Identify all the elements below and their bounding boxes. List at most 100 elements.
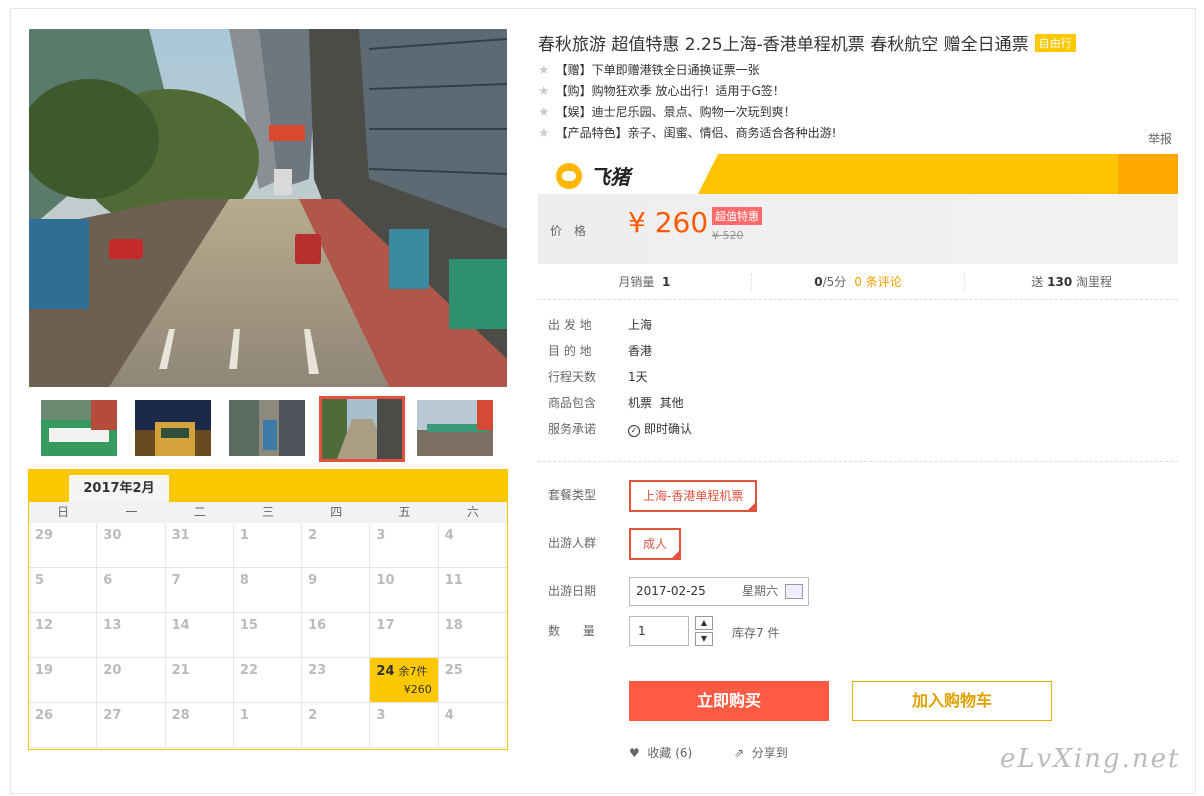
brand-name: 飞猪 [590,165,630,189]
weekday-label: 四 [330,505,343,519]
calendar-day: 10 [370,568,439,613]
price-panel: 价格 ¥ 260 超值特惠 ¥ 520 [538,194,1178,264]
watermark: eLvXing.net [1000,744,1181,774]
calendar-day: 31 [165,523,234,568]
thumbnail-5[interactable] [415,398,495,458]
calendar-day: 3 [370,523,439,568]
package-label: 套餐类型 [548,488,597,502]
calendar-day: 6 [97,568,166,613]
date-value: 2017-02-25 [636,584,706,598]
calendar-day-available[interactable]: 24 余7件 ¥260 [370,658,439,703]
calendar-day: 7 [165,568,234,613]
main-product-photo [29,29,507,387]
original-price: ¥ 520 [712,229,744,242]
rating: 0/5分 0 条评论 [752,273,966,290]
pig-logo-icon [556,162,582,189]
price-label: 价格 [550,224,599,238]
star-icon: ★ [538,84,550,99]
calendar-icon[interactable] [785,584,803,599]
price-calendar: 2017年2月 日一二三四五六 29 30 31 1 2 3 4 5 6 7 8 9 10 11 12 13 1… [28,469,508,750]
info-row-service: 服务承诺 ✓ 即时确认 [548,422,693,437]
section-divider [538,461,1178,462]
calendar-day: 26 [29,703,98,748]
calendar-day: 15 [233,613,303,658]
calendar-day: 1 [233,523,303,568]
reviews-link[interactable]: 0 条评论 [854,275,901,289]
free-travel-badge: 自由行 [1034,34,1076,52]
calendar-day: 19 [29,658,98,703]
thumbnail-4-selected[interactable] [319,396,405,462]
info-row-departure: 出 发 地 上海 [548,318,653,332]
check-circle-icon: ✓ [628,425,640,437]
buy-now-button[interactable]: 立即购买 [629,681,829,721]
promo-tag: 超值特惠 [712,207,762,225]
calendar-day: 17 [370,613,439,658]
feature-item: ★ 【购】购物狂欢季 放心出行！适用于G签！ [538,84,785,99]
calendar-day: 16 [302,613,371,658]
weekday-label: 三 [261,505,274,519]
calendar-header: 2017年2月 [29,470,507,502]
calendar-day: 2 [302,523,371,568]
calendar-day: 18 [438,613,507,658]
calendar-day: 28 [165,703,234,748]
calendar-day: 12 [29,613,98,658]
feature-item: ★ 【赠】下单即赠港铁全日通换证票一张 [538,63,760,78]
info-row-days: 行程天数 1天 [548,370,648,384]
thumbnail-3[interactable] [227,398,307,458]
calendar-day: 11 [438,568,507,613]
star-icon: ★ [538,105,550,120]
stock-text: 库存7 件 [732,626,780,640]
calendar-day: 4 [438,523,507,568]
calendar-weekdays: 日一二三四五六 [29,502,507,523]
quantity-up-icon[interactable]: ▲ [695,616,713,630]
weekday-label: 二 [193,505,206,519]
info-row-includes: 商品包含 机票 其他 [548,396,684,410]
package-option-selected[interactable]: 上海-香港单程机票 [629,480,758,512]
calendar-day: 29 [29,523,98,568]
fliggy-logo: 飞猪 [556,161,630,190]
thumbnail-strip [29,392,507,464]
feature-list: ★ 【赠】下单即赠港铁全日通换证票一张 ★ 【购】购物狂欢季 放心出行！适用于G签！… [538,62,836,146]
traveler-option-selected[interactable]: 成人 [629,528,682,560]
price-value: ¥ 260 [628,206,709,239]
favorite-link[interactable]: ♥ 收藏 (6) [629,744,692,761]
calendar-day: 21 [165,658,234,703]
weekday-label: 日 [57,505,70,519]
calendar-day: 22 [233,658,303,703]
calendar-day: 8 [233,568,303,613]
brand-banner: 飞猪 [538,154,1178,194]
traveler-label: 出游人群 [548,536,597,550]
add-to-cart-button[interactable]: 加入购物车 [852,681,1052,721]
report-link[interactable]: 举报 [1148,130,1172,147]
star-icon: ★ [538,126,550,141]
calendar-day: 30 [97,523,166,568]
info-row-destination: 目 的 地 香港 [548,344,653,358]
quantity-label: 数 量 [548,624,595,638]
trip-info: 出 发 地 上海 目 的 地 香港 行程天数 1天 商品包含 机票 其他 服务承… [548,316,692,446]
sales-stats: 月销量 1 0/5分 0 条评论 送 130 淘里程 [538,264,1178,300]
feature-item: ★ 【娱】迪士尼乐园、景点、购物一次玩到爽！ [538,105,796,120]
calendar-day: 4 [438,703,507,748]
calendar-day: 27 [97,703,166,748]
thumbnail-1[interactable] [39,398,119,458]
quantity-input[interactable]: 1 [629,616,689,646]
calendar-day: 9 [302,568,371,613]
date-label: 出游日期 [548,584,597,598]
day-price: ¥260 [403,683,432,696]
calendar-day: 1 [233,703,303,748]
feature-item: ★ 【产品特色】亲子、闺蜜、情侣、商务适合各种出游! [538,126,837,141]
star-icon: ★ [538,63,550,78]
calendar-day: 2 [302,703,371,748]
calendar-grid: 29 30 31 1 2 3 4 5 6 7 8 9 10 11 12 13 14 15 16 17 18 19 20 21 2… [29,523,507,748]
calendar-day: 5 [29,568,98,613]
calendar-day: 23 [302,658,371,703]
calendar-month: 2017年2月 [69,475,169,502]
weekday-label: 五 [398,505,411,519]
share-link[interactable]: ⇗ 分享到 [734,744,788,761]
date-picker[interactable]: 2017-02-25 星期六 [629,577,809,606]
day-stock: 余7件 [398,665,428,678]
calendar-day: 25 [438,658,507,703]
quantity-down-icon[interactable]: ▼ [695,632,713,646]
thumbnail-2[interactable] [133,398,213,458]
weekday-label: 六 [466,505,479,519]
